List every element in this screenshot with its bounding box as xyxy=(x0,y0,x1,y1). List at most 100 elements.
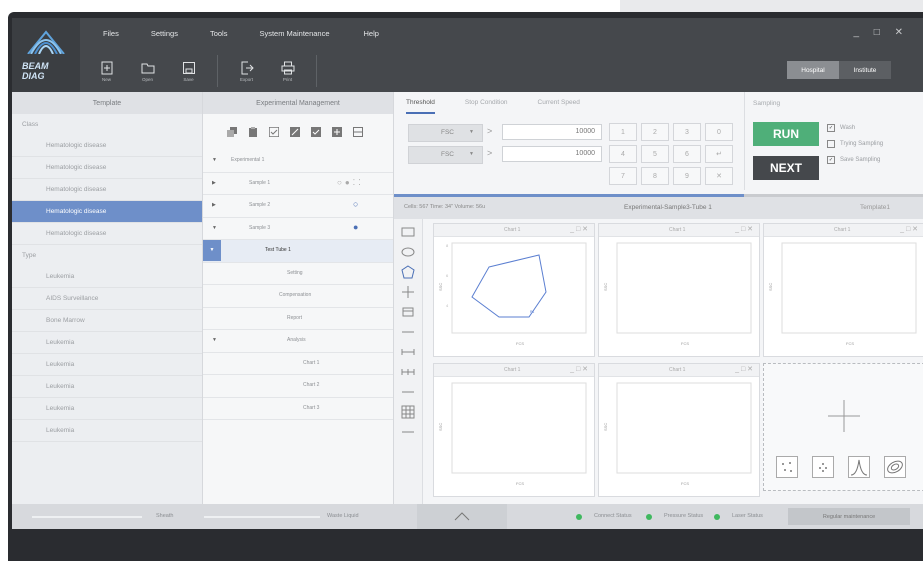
interval-gate-icon[interactable] xyxy=(401,345,415,359)
tree-row-chart[interactable]: Chart 2 xyxy=(203,375,393,398)
multi-interval-gate-icon[interactable] xyxy=(401,365,415,379)
check-icon[interactable] xyxy=(269,127,279,137)
line-icon[interactable] xyxy=(401,425,415,439)
keypad-key[interactable]: 4 xyxy=(609,145,637,163)
run-button[interactable]: RUN xyxy=(753,122,819,146)
split-icon[interactable] xyxy=(353,127,363,137)
tree-row-chart[interactable]: Chart 3 xyxy=(203,398,393,420)
crosshair-gate-icon[interactable] xyxy=(401,285,415,299)
line-icon[interactable] xyxy=(401,385,415,399)
tree-row-sample[interactable]: ▼ Sample 3 ● xyxy=(203,218,393,240)
class-item[interactable]: Hematologic disease xyxy=(12,179,202,201)
chart-window-controls[interactable]: _ □ ✕ xyxy=(735,365,753,373)
expand-arrow-icon[interactable]: ▼ xyxy=(212,225,217,231)
tab-stop-condition[interactable]: Stop Condition xyxy=(465,92,508,114)
menu-files[interactable]: Files xyxy=(103,29,119,38)
keypad-key[interactable]: 0 xyxy=(705,123,733,141)
class-item[interactable]: Hematologic disease xyxy=(12,135,202,157)
window-controls[interactable]: _ □ ✕ xyxy=(853,27,909,38)
channel-select-2[interactable]: FSC ▼ xyxy=(408,146,483,164)
chart-card[interactable]: Chart 1 _ □ ✕ FCS SSC xyxy=(763,223,923,357)
add-chart-area[interactable] xyxy=(763,363,923,491)
tab-threshold[interactable]: Threshold xyxy=(406,92,435,114)
scatter-plot[interactable]: FCS SSC xyxy=(764,237,923,356)
save-button[interactable]: Save xyxy=(168,50,209,92)
keypad-key[interactable]: 1 xyxy=(609,123,637,141)
type-item[interactable]: Leukemia xyxy=(12,332,202,354)
tree-row-analysis[interactable]: ▼ Analysis xyxy=(203,330,393,353)
tree-row-compensation[interactable]: Compensation xyxy=(203,285,393,308)
keypad-key[interactable]: 7 xyxy=(609,167,637,185)
tree-row-experiment[interactable]: ▼ Experimental 1 xyxy=(203,150,393,173)
type-item[interactable]: Leukemia xyxy=(12,266,202,288)
keypad-key[interactable]: 9 xyxy=(673,167,701,185)
add-icon[interactable] xyxy=(332,127,342,137)
trying-sampling-checkbox[interactable]: Trying Sampling xyxy=(827,140,883,148)
expand-arrow-icon[interactable]: ▶ xyxy=(212,180,216,186)
chart-window-controls[interactable]: _ □ ✕ xyxy=(900,225,918,233)
chart-window-controls[interactable]: _ □ ✕ xyxy=(570,225,588,233)
threshold-input-2[interactable]: 10000 xyxy=(502,146,602,162)
edit-icon[interactable] xyxy=(290,127,300,137)
next-button[interactable]: NEXT xyxy=(753,156,819,180)
chart-card[interactable]: Chart 1 _ □ ✕ FCS SSC xyxy=(598,363,760,497)
menu-system-maintenance[interactable]: System Maintenance xyxy=(259,29,329,38)
chart-card[interactable]: Chart 1 _ □ ✕ FCS SSC xyxy=(433,363,595,497)
threshold-input-1[interactable]: 10000 xyxy=(502,124,602,140)
keypad-key[interactable]: 2 xyxy=(641,123,669,141)
chart-card[interactable]: Chart 1 _ □ ✕ FCS SSC xyxy=(598,223,760,357)
class-item[interactable]: Hematologic disease xyxy=(12,157,202,179)
clear-key[interactable]: ✕ xyxy=(705,167,733,185)
save-sampling-checkbox[interactable]: ✓ Save Sampling xyxy=(827,156,880,164)
density-plot-icon[interactable] xyxy=(812,456,834,478)
menu-help[interactable]: Help xyxy=(364,29,379,38)
tree-row-setting[interactable]: Setting xyxy=(203,263,393,285)
histogram-icon[interactable] xyxy=(848,456,870,478)
regular-maintenance-button[interactable]: Regular maintenance xyxy=(788,508,910,525)
wash-checkbox[interactable]: ✓ Wash xyxy=(827,124,855,132)
chart-window-controls[interactable]: _ □ ✕ xyxy=(735,225,753,233)
scatter-plot[interactable]: FCS SSC xyxy=(434,377,594,496)
new-button[interactable]: New xyxy=(86,50,127,92)
keypad-key[interactable]: 6 xyxy=(673,145,701,163)
tree-row-test-tube[interactable]: ▼ Test Tube 1 xyxy=(203,240,393,263)
checkbox-icon[interactable] xyxy=(311,127,321,137)
contour-plot-icon[interactable] xyxy=(884,456,906,478)
tree-row-sample[interactable]: ▶ Sample 1 ○●⁚⁚ xyxy=(203,173,393,195)
channel-select-1[interactable]: FSC ▼ xyxy=(408,124,483,142)
type-item[interactable]: Leukemia xyxy=(12,398,202,420)
type-item[interactable]: Leukemia xyxy=(12,376,202,398)
scatter-plot[interactable]: 8 6 4 P1 FCS SSC xyxy=(434,237,594,356)
type-item[interactable]: AIDS Surveillance xyxy=(12,288,202,310)
expand-arrow-icon[interactable]: ▼ xyxy=(212,157,217,163)
paste-icon[interactable] xyxy=(248,127,258,137)
rectangle-gate-icon[interactable] xyxy=(401,225,415,239)
type-item[interactable]: Leukemia xyxy=(12,420,202,442)
institute-mode-button[interactable]: Institute xyxy=(839,61,891,79)
expand-arrow-icon[interactable]: ▼ xyxy=(212,337,217,343)
menu-tools[interactable]: Tools xyxy=(210,29,228,38)
copy-icon[interactable] xyxy=(227,127,237,137)
print-button[interactable]: Print xyxy=(267,50,308,92)
hospital-mode-button[interactable]: Hospital xyxy=(787,61,839,79)
class-item[interactable]: Hematologic disease xyxy=(12,223,202,245)
expand-arrow-icon[interactable]: ▼ xyxy=(203,240,221,261)
layers-icon[interactable] xyxy=(401,305,415,319)
scatter-plot[interactable]: FCS SSC xyxy=(599,237,759,356)
expand-panel-button[interactable] xyxy=(417,504,507,529)
tab-current-speed[interactable]: Current Speed xyxy=(538,92,580,114)
expand-arrow-icon[interactable]: ▶ xyxy=(212,202,216,208)
open-button[interactable]: Open xyxy=(127,50,168,92)
type-item[interactable]: Bone Marrow xyxy=(12,310,202,332)
type-item[interactable]: Leukemia xyxy=(12,354,202,376)
keypad-key[interactable]: 3 xyxy=(673,123,701,141)
tree-row-sample[interactable]: ▶ Sample 2 ○ xyxy=(203,195,393,218)
tree-row-chart[interactable]: Chart 1 xyxy=(203,353,393,375)
export-button[interactable]: Export xyxy=(226,50,267,92)
chart-window-controls[interactable]: _ □ ✕ xyxy=(570,365,588,373)
add-chart-plus-icon[interactable] xyxy=(826,398,862,434)
polygon-gate-icon[interactable] xyxy=(401,265,415,279)
keypad-key[interactable]: 5 xyxy=(641,145,669,163)
menu-settings[interactable]: Settings xyxy=(151,29,178,38)
class-item-selected[interactable]: Hematologic disease xyxy=(12,201,202,223)
